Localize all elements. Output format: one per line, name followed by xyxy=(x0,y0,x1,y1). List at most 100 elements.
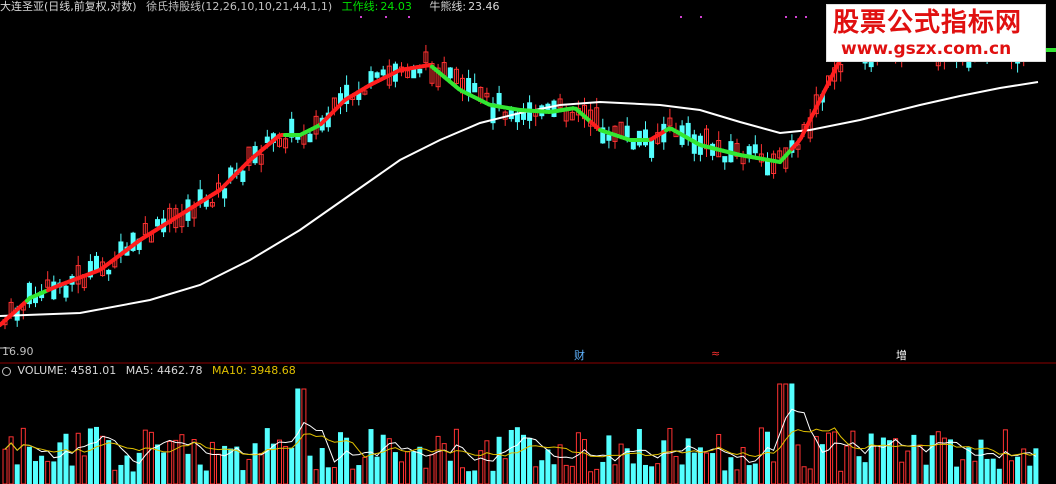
volume-bar xyxy=(972,460,978,484)
volume-bar xyxy=(161,452,167,484)
volume-bar xyxy=(252,443,258,484)
volume-value: VOLUME: 4581.01 xyxy=(17,364,117,377)
volume-bar xyxy=(929,435,935,484)
volume-bar xyxy=(234,446,240,484)
volume-bar xyxy=(984,458,990,484)
volume-bar xyxy=(216,453,221,484)
signal-dot xyxy=(360,16,362,18)
volume-bar xyxy=(118,464,124,484)
event-marker-increase[interactable]: 增 xyxy=(896,347,907,363)
volume-bar xyxy=(75,432,81,484)
volume-bar xyxy=(325,467,331,484)
event-marker-finance[interactable]: 财 xyxy=(574,347,585,363)
volume-bar xyxy=(600,461,606,484)
stock-title: 大连圣亚(日线,前复权,对数) xyxy=(0,0,137,13)
signal-dot xyxy=(700,16,702,18)
candle-body xyxy=(307,133,313,143)
volume-bar xyxy=(557,444,563,484)
volume-bar xyxy=(667,427,673,484)
volume-bar xyxy=(807,468,813,484)
volume-bar xyxy=(765,431,770,484)
candle-body xyxy=(63,285,69,298)
volume-bar xyxy=(392,452,398,484)
volume-bar xyxy=(1027,465,1033,484)
volume-bar xyxy=(283,445,289,484)
volume-bar xyxy=(783,383,789,484)
signal-dot xyxy=(795,16,797,18)
volume-bar xyxy=(697,447,703,484)
bull-line-value: 23.46 xyxy=(468,0,500,13)
volume-bar xyxy=(2,448,8,484)
volume-bar xyxy=(423,467,429,484)
volume-bar xyxy=(51,461,57,484)
volume-bar xyxy=(264,428,270,484)
volume-bar xyxy=(893,438,899,484)
volume-ma5-value: MA5: 4462.78 xyxy=(125,364,203,377)
volume-bar xyxy=(606,435,612,484)
volume-bar xyxy=(826,432,831,484)
candle-body xyxy=(752,144,758,154)
volume-bar xyxy=(362,456,368,484)
volume-bar xyxy=(57,442,63,484)
volume-bar xyxy=(136,452,142,484)
work-line-label: 工作线: xyxy=(341,0,379,13)
volume-bar xyxy=(496,436,502,484)
candlestick-chart xyxy=(0,16,1056,484)
event-marker-wave[interactable]: ≈ xyxy=(711,347,720,360)
volume-bar xyxy=(1015,456,1021,484)
volume-bar xyxy=(258,452,264,484)
volume-bar xyxy=(374,456,380,484)
volume-bar xyxy=(850,430,856,484)
signal-dot xyxy=(785,16,787,18)
volume-bar xyxy=(801,466,807,484)
work-line-value: 24.03 xyxy=(380,0,412,13)
volume-bar xyxy=(655,463,661,484)
candle-body xyxy=(722,156,728,163)
volume-bar xyxy=(649,466,655,484)
volume-bar xyxy=(344,437,350,484)
volume-bar xyxy=(1009,460,1014,484)
candle-body xyxy=(649,139,655,158)
volume-bar xyxy=(453,428,459,484)
volume-bar xyxy=(87,428,93,484)
volume-bar xyxy=(862,462,868,484)
volume-bar xyxy=(868,433,874,484)
volume-bar xyxy=(551,464,557,484)
volume-bar xyxy=(191,439,197,484)
volume-bar xyxy=(484,440,490,484)
volume-bar xyxy=(246,458,252,484)
volume-bar xyxy=(148,431,154,484)
volume-bar xyxy=(313,469,319,484)
volume-bar xyxy=(39,455,45,484)
volume-bar xyxy=(435,435,441,484)
watermark-logo: 股票公式指标网 www.gszx.com.cn xyxy=(826,4,1046,62)
volume-bar xyxy=(948,439,953,484)
settings-circle-icon[interactable] xyxy=(2,366,11,376)
volume-bar xyxy=(167,440,173,484)
volume-bar xyxy=(960,459,966,484)
volume-ma10-value: MA10: 3948.68 xyxy=(211,364,296,377)
volume-bar xyxy=(844,445,850,484)
volume-bar xyxy=(832,431,838,484)
volume-bar xyxy=(966,447,972,484)
volume-bar xyxy=(594,468,600,484)
volume-bar xyxy=(277,439,282,484)
candle-body xyxy=(417,68,423,74)
volume-bar xyxy=(978,439,984,484)
volume-bar xyxy=(14,464,20,484)
volume-bar xyxy=(899,461,905,484)
volume-bar xyxy=(472,470,478,484)
volume-bar xyxy=(636,428,642,484)
volume-bar xyxy=(514,427,520,484)
volume-bar xyxy=(179,434,185,484)
volume-bar xyxy=(612,464,618,484)
volume-bar xyxy=(289,447,295,484)
volume-bar xyxy=(856,456,862,484)
volume-bar xyxy=(911,434,917,484)
volume-header: VOLUME: 4581.01 MA5: 4462.78 MA10: 3948.… xyxy=(0,364,296,378)
volume-bar xyxy=(661,440,667,484)
candle-body xyxy=(472,83,478,93)
volume-bar xyxy=(26,446,32,484)
candle-body xyxy=(624,125,630,138)
volume-bar xyxy=(502,458,508,484)
